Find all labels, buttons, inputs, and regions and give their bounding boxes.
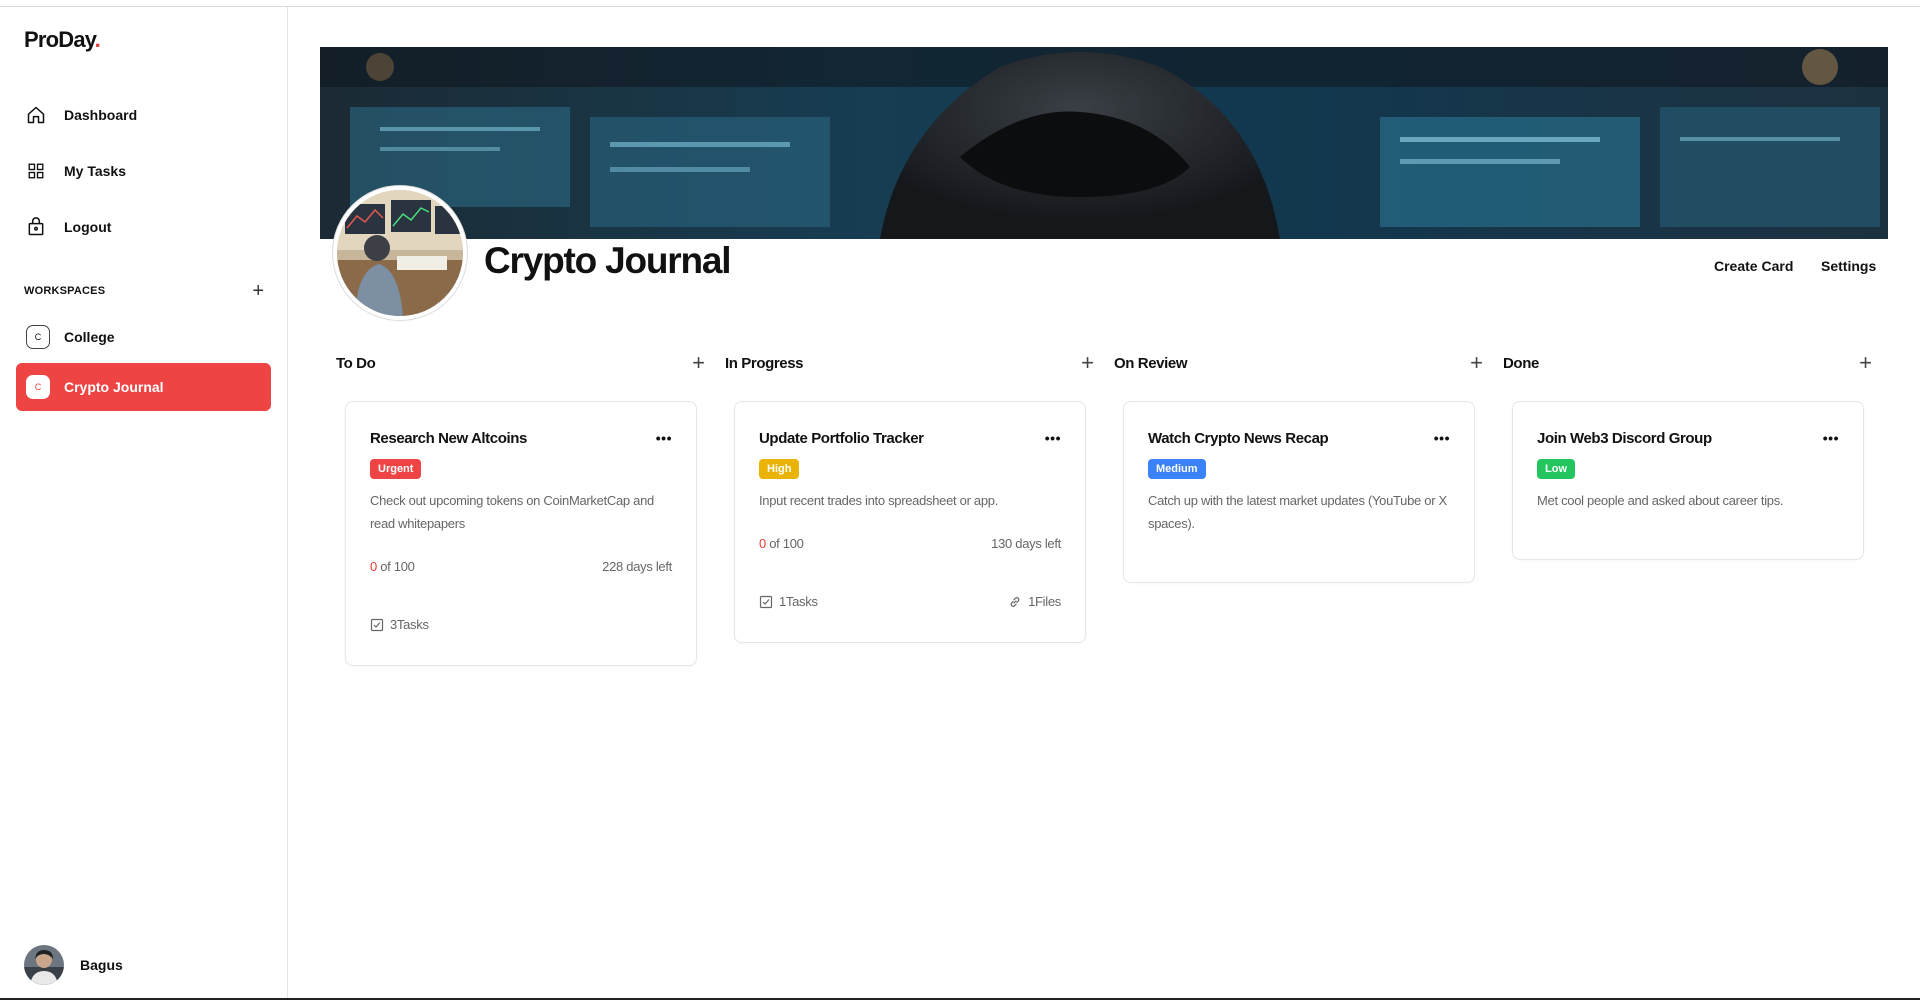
card-description: Met cool people and asked about career t… (1537, 493, 1784, 508)
priority-badge: High (759, 459, 800, 479)
column-header-todo: To Do + (336, 352, 705, 374)
more-options-icon[interactable]: ••• (1045, 430, 1061, 446)
card-files: 1Files (1008, 594, 1061, 609)
add-card-icon[interactable]: + (1470, 352, 1483, 374)
user-profile[interactable]: Bagus (24, 945, 123, 985)
task-card[interactable]: Update Portfolio Tracker ••• High Input … (734, 401, 1086, 643)
column-header-on-review: On Review + (1114, 352, 1483, 374)
days-left: 228 days left (602, 559, 672, 574)
user-name: Bagus (80, 957, 123, 973)
column-title: On Review (1114, 354, 1188, 372)
nav-dashboard-label: Dashboard (64, 107, 138, 123)
tasks-count: 1Tasks (779, 594, 818, 609)
card-progress: 0 of 100 130 days left (759, 536, 1061, 551)
card-footer: 3Tasks (370, 617, 672, 632)
days-left: 130 days left (991, 536, 1061, 551)
card-title: Join Web3 Discord Group (1537, 429, 1712, 447)
card-footer: 1Tasks 1Files (759, 594, 1061, 609)
column-title: Done (1503, 354, 1539, 372)
column-header-done: Done + (1503, 352, 1872, 374)
page-title: Crypto Journal (484, 240, 732, 281)
workspace-badge: C (26, 375, 50, 399)
add-card-icon[interactable]: + (1859, 352, 1872, 374)
workspace-avatar (333, 186, 467, 320)
card-progress: 0 of 100 228 days left (370, 559, 672, 574)
workspace-label: Crypto Journal (64, 379, 164, 395)
nav-my-tasks-label: My Tasks (64, 163, 126, 179)
more-options-icon[interactable]: ••• (656, 430, 672, 446)
workspace-item-college[interactable]: C College (16, 313, 271, 361)
checkbox-icon (759, 595, 773, 608)
checkbox-icon (370, 618, 384, 631)
settings-button[interactable]: Settings (1821, 258, 1876, 274)
priority-badge: Medium (1148, 459, 1206, 479)
workspace-badge: C (26, 325, 50, 349)
add-workspace-icon[interactable]: + (252, 281, 264, 301)
card-tasks: 1Tasks (759, 594, 818, 609)
top-divider (0, 6, 1920, 7)
card-description: Input recent trades into spreadsheet or … (759, 493, 999, 508)
workspaces-header: WORKSPACES + (24, 281, 264, 301)
column-header-in-progress: In Progress + (725, 352, 1094, 374)
add-card-icon[interactable]: + (1081, 352, 1094, 374)
sidebar: ProDay. Dashboard My Tasks Logout WORKSP… (0, 7, 288, 998)
task-card[interactable]: Watch Crypto News Recap ••• Medium Catch… (1123, 401, 1475, 583)
nav-logout[interactable]: Logout (24, 209, 274, 245)
workspace-banner (320, 47, 1888, 239)
card-tasks: 3Tasks (370, 617, 429, 632)
create-card-button[interactable]: Create Card (1714, 258, 1793, 274)
logout-icon (24, 215, 48, 239)
nav-my-tasks[interactable]: My Tasks (24, 153, 274, 189)
card-description: Check out upcoming tokens on CoinMarketC… (370, 493, 654, 531)
card-title: Watch Crypto News Recap (1148, 429, 1329, 447)
card-title: Update Portfolio Tracker (759, 429, 924, 447)
home-icon (24, 103, 48, 127)
files-count: 1Files (1028, 594, 1061, 609)
workspace-label: College (64, 329, 115, 345)
more-options-icon[interactable]: ••• (1434, 430, 1450, 446)
column-title: To Do (336, 354, 376, 372)
priority-badge: Low (1537, 459, 1575, 479)
progress-done: 0 (759, 536, 766, 551)
progress-total: of 100 (765, 536, 804, 551)
nav-logout-label: Logout (64, 219, 112, 235)
tasks-count: 3Tasks (390, 617, 429, 632)
app-logo[interactable]: ProDay. (24, 27, 101, 53)
link-icon (1010, 596, 1020, 607)
priority-badge: Urgent (370, 459, 422, 479)
progress-total: of 100 (376, 559, 415, 574)
progress-done: 0 (370, 559, 377, 574)
workspace-item-crypto-journal[interactable]: C Crypto Journal (16, 363, 271, 411)
more-options-icon[interactable]: ••• (1823, 430, 1839, 446)
task-card[interactable]: Research New Altcoins ••• Urgent Check o… (345, 401, 697, 666)
avatar (24, 945, 64, 985)
card-title: Research New Altcoins (370, 429, 527, 447)
task-card[interactable]: Join Web3 Discord Group ••• Low Met cool… (1512, 401, 1864, 560)
grid-icon (24, 159, 48, 183)
workspaces-title: WORKSPACES (24, 285, 106, 297)
card-description: Catch up with the latest market updates … (1148, 493, 1447, 531)
add-card-icon[interactable]: + (692, 352, 705, 374)
column-title: In Progress (725, 354, 804, 372)
nav-dashboard[interactable]: Dashboard (24, 97, 274, 133)
